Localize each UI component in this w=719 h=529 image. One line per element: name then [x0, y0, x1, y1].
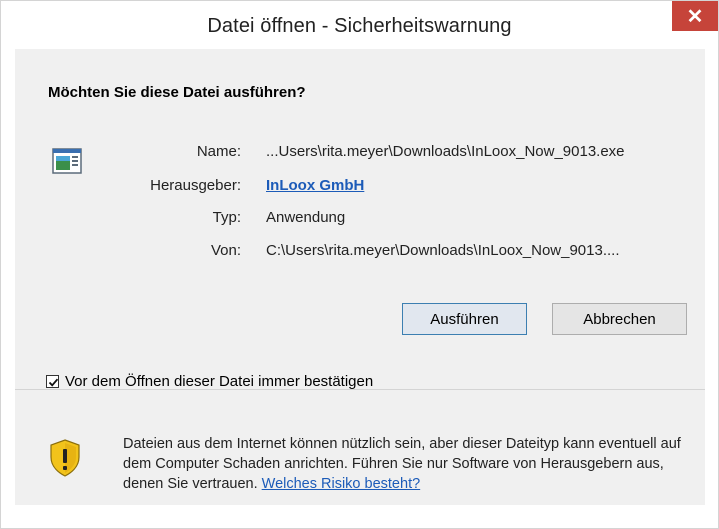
- always-confirm-checkbox[interactable]: [46, 375, 59, 388]
- from-value: C:\Users\rita.meyer\Downloads\InLoox_Now…: [266, 242, 620, 259]
- publisher-label: Herausgeber:: [150, 177, 241, 194]
- name-label: Name:: [196, 143, 241, 160]
- publisher-link[interactable]: InLoox GmbH: [266, 177, 364, 194]
- warning-panel: Dateien aus dem Internet können nützlich…: [15, 390, 705, 505]
- file-info-panel: Möchten Sie diese Datei ausführen? Name:…: [15, 49, 705, 390]
- type-value: Anwendung: [266, 209, 346, 226]
- run-button[interactable]: Ausführen: [402, 303, 527, 335]
- cancel-button[interactable]: Abbrechen: [552, 303, 687, 335]
- always-confirm-label: Vor dem Öffnen dieser Datei immer bestät…: [65, 373, 374, 390]
- window-title: Datei öffnen - Sicherheitswarnung: [207, 15, 512, 37]
- security-shield-warning-icon: [50, 439, 80, 477]
- close-button[interactable]: ✕: [672, 1, 718, 31]
- name-value: ...Users\rita.meyer\Downloads\InLoox_Now…: [266, 143, 625, 160]
- from-label: Von:: [210, 242, 241, 259]
- question-heading: Möchten Sie diese Datei ausführen?: [48, 84, 306, 101]
- checkmark-icon: [48, 378, 59, 387]
- warning-message: Dateien aus dem Internet können nützlich…: [123, 434, 703, 494]
- security-warning-dialog: Datei öffnen - Sicherheitswarnung ✕ Möch…: [0, 0, 719, 529]
- title-bar[interactable]: Datei öffnen - Sicherheitswarnung ✕: [1, 1, 718, 49]
- risk-info-link[interactable]: Welches Risiko besteht?: [262, 476, 421, 492]
- close-icon: ✕: [686, 6, 704, 28]
- type-label: Typ:: [212, 209, 241, 226]
- always-confirm-row[interactable]: Vor dem Öffnen dieser Datei immer bestät…: [46, 373, 373, 390]
- executable-file-icon: [52, 148, 82, 174]
